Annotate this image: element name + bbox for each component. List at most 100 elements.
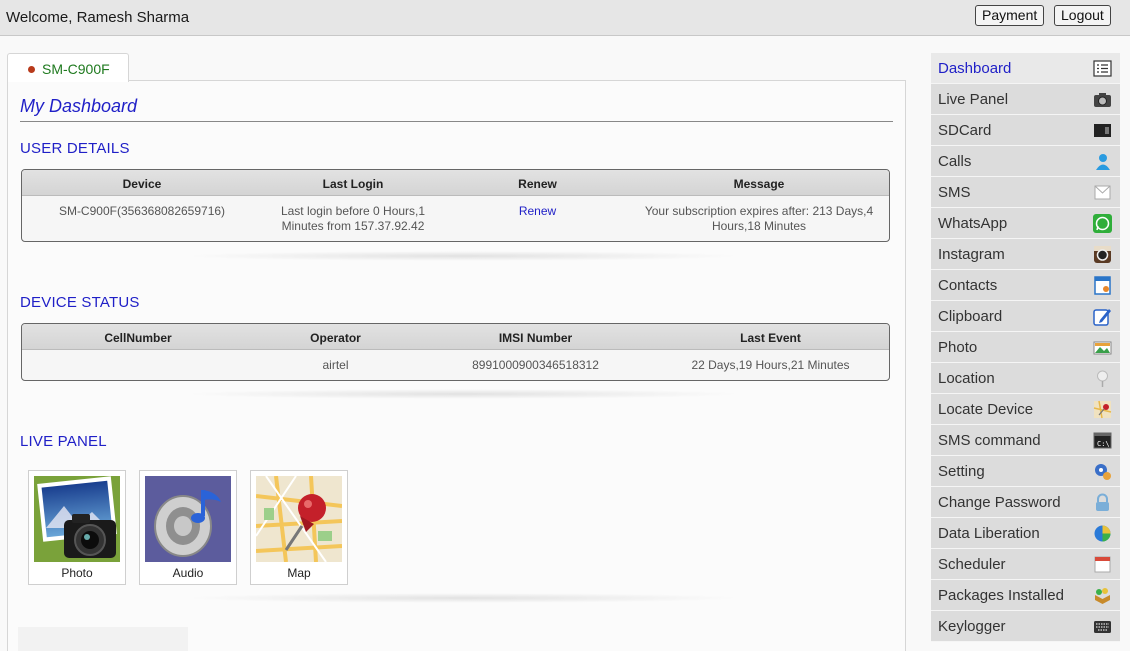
sidebar-item-label: Instagram <box>938 246 1005 263</box>
sidebar-item-data-liberation[interactable]: Data Liberation <box>931 518 1120 549</box>
sidebar-item-label: Change Password <box>938 494 1061 511</box>
user-details-heading: USER DETAILS <box>20 140 130 157</box>
sidebar-item-label: Dashboard <box>938 60 1012 77</box>
sidebar-item-whatsapp[interactable]: WhatsApp <box>931 208 1120 239</box>
renew-link[interactable]: Renew <box>480 204 595 219</box>
sidebar-item-label: Data Liberation <box>938 525 1040 542</box>
sidebar-item-photo[interactable]: Photo <box>931 332 1120 363</box>
user-details-table: Device Last Login Renew Message SM-C900F… <box>21 169 890 242</box>
sidebar-item-label: Keylogger <box>938 618 1006 635</box>
sidebar-item-scheduler[interactable]: Scheduler <box>931 549 1120 580</box>
column-header-renew: Renew <box>518 177 557 191</box>
live-photo-tile[interactable]: Photo <box>28 470 126 585</box>
sidebar-item-label: Setting <box>938 463 985 480</box>
sidebar-nav: Dashboard Live Panel SDCard Calls SMS Wh… <box>931 53 1120 642</box>
location-pin-icon <box>1097 370 1108 387</box>
camera-icon <box>34 476 120 562</box>
column-header-last-login: Last Login <box>322 177 384 191</box>
payment-button[interactable]: Payment <box>975 5 1045 26</box>
imsi-cell: 8991000900346518312 <box>472 358 599 372</box>
person-icon <box>1096 154 1110 170</box>
sidebar-item-sms-command[interactable]: SMS command C:\ <box>931 425 1120 456</box>
live-audio-label: Audio <box>172 566 204 580</box>
sidebar-item-label: Locate Device <box>938 401 1034 418</box>
sidebar-item-label: Packages Installed <box>938 587 1064 604</box>
address-book-icon <box>1094 276 1111 295</box>
welcome-text: Welcome, Ramesh Sharma <box>6 9 190 26</box>
sidebar-item-label: SMS <box>938 184 971 201</box>
sidebar-item-packages-installed[interactable]: Packages Installed <box>931 580 1120 611</box>
sidebar-item-locate-device[interactable]: Locate Device <box>931 394 1120 425</box>
top-bar: Welcome, Ramesh Sharma Payment Logout <box>0 0 1130 36</box>
page-title: My Dashboard <box>20 96 138 116</box>
table-header: CellNumber Operator IMSI Number Last Eve… <box>22 324 889 350</box>
camera-icon <box>1094 93 1111 107</box>
sidebar-item-label: Location <box>938 370 995 387</box>
column-header-imsi: IMSI Number <box>498 331 573 345</box>
settings-icon <box>1095 464 1111 480</box>
sidebar-item-location[interactable]: Location <box>931 363 1120 394</box>
main-panel: My Dashboard USER DETAILS Device Last Lo… <box>7 80 906 651</box>
calendar-icon <box>1094 556 1111 573</box>
live-map-label: Map <box>287 566 311 580</box>
sidebar-item-label: Contacts <box>938 277 998 294</box>
live-panel-heading: LIVE PANEL <box>20 433 107 450</box>
table-header: Device Last Login Renew Message <box>22 170 889 196</box>
speaker-icon <box>145 476 231 562</box>
sidebar-item-dashboard[interactable]: Dashboard <box>931 53 1120 84</box>
device-tab[interactable]: SM-C900F <box>7 53 129 82</box>
svg-text:C:\: C:\ <box>1097 440 1110 448</box>
last-event-cell: 22 Days,19 Hours,21 Minutes <box>691 358 850 372</box>
sidebar-item-label: WhatsApp <box>938 215 1008 232</box>
sdcard-icon <box>1094 124 1111 137</box>
sidebar-item-change-password[interactable]: Change Password <box>931 487 1120 518</box>
instagram-icon <box>1094 246 1111 263</box>
column-header-message: Message <box>733 177 785 191</box>
map-icon <box>1093 400 1112 419</box>
whatsapp-icon <box>1093 214 1112 233</box>
sidebar-item-label: Photo <box>938 339 978 356</box>
map-pin-icon <box>256 476 342 562</box>
sidebar-item-instagram[interactable]: Instagram <box>931 239 1120 270</box>
sidebar-item-sdcard[interactable]: SDCard <box>931 115 1120 146</box>
list-icon <box>1093 60 1112 77</box>
device-status-table: CellNumber Operator IMSI Number Last Eve… <box>21 323 890 381</box>
package-icon <box>1095 588 1110 604</box>
column-header-last-event: Last Event <box>740 331 801 345</box>
column-header-cell-number: CellNumber <box>104 331 172 345</box>
section-shadow <box>183 251 743 261</box>
pie-icon <box>1094 525 1111 542</box>
sidebar-item-keylogger[interactable]: Keylogger <box>931 611 1120 642</box>
sidebar-item-clipboard[interactable]: Clipboard <box>931 301 1120 332</box>
title-divider <box>20 121 893 122</box>
last-login-cell-line1: Last login before 0 Hours,1 <box>280 204 426 218</box>
photo-icon <box>1093 341 1112 355</box>
sidebar-item-live-panel[interactable]: Live Panel <box>931 84 1120 115</box>
device-tab-label: SM-C900F <box>42 61 110 77</box>
sidebar-item-contacts[interactable]: Contacts <box>931 270 1120 301</box>
sidebar-item-label: SMS command <box>938 432 1041 449</box>
keyboard-icon <box>1094 621 1111 633</box>
section-shadow <box>183 593 743 603</box>
sidebar-item-sms[interactable]: SMS <box>931 177 1120 208</box>
sidebar-item-label: Clipboard <box>938 308 1003 325</box>
column-header-operator: Operator <box>310 331 361 345</box>
sidebar-item-label: Calls <box>938 153 972 170</box>
device-status-heading: DEVICE STATUS <box>20 294 140 311</box>
footer-strip <box>18 627 188 651</box>
terminal-icon: C:\ <box>1093 432 1112 449</box>
sidebar-item-label: Scheduler <box>938 556 1006 573</box>
column-header-device: Device <box>122 177 162 191</box>
logout-button[interactable]: Logout <box>1054 5 1111 26</box>
section-shadow <box>183 389 743 399</box>
lock-icon <box>1096 493 1109 511</box>
sidebar-item-label: SDCard <box>938 122 992 139</box>
live-audio-tile[interactable]: Audio <box>139 470 237 585</box>
sidebar-item-setting[interactable]: Setting <box>931 456 1120 487</box>
message-cell-line1: Your subscription expires after: 213 Day… <box>644 204 874 218</box>
message-cell-line2: Hours,18 Minutes <box>711 219 807 233</box>
live-map-tile[interactable]: Map <box>250 470 348 585</box>
sidebar-item-label: Live Panel <box>938 91 1009 108</box>
edit-icon <box>1093 309 1111 326</box>
sidebar-item-calls[interactable]: Calls <box>931 146 1120 177</box>
